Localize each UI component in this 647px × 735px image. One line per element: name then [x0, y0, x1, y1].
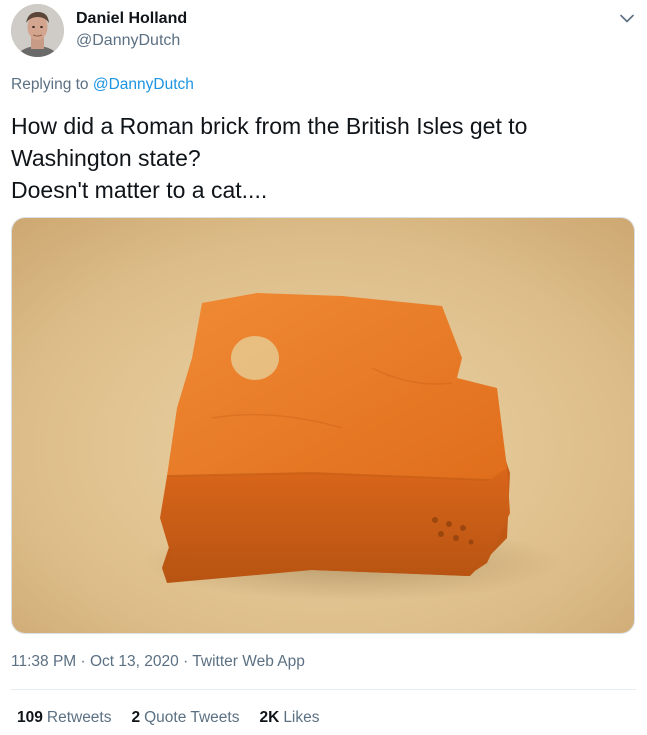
quote-tweets-label: Quote Tweets — [144, 709, 240, 726]
quote-tweets-count: 2 — [131, 709, 141, 726]
retweets-count: 109 — [17, 709, 43, 726]
tweet-text-line: Washington state? — [11, 145, 201, 171]
tweet-source[interactable]: Twitter Web App — [192, 653, 305, 670]
tweet-text: How did a Roman brick from the British I… — [11, 110, 631, 206]
tweet-card: Daniel Holland @DannyDutch Replying to @… — [0, 0, 647, 735]
likes-label: Likes — [283, 709, 320, 726]
chevron-down-icon — [620, 14, 634, 22]
quote-tweets-stat[interactable]: 2 Quote Tweets — [132, 708, 240, 728]
tweet-text-line: Doesn't matter to a cat.... — [11, 177, 268, 203]
replying-to-label: Replying to — [11, 76, 89, 93]
divider — [11, 689, 636, 690]
more-options-button[interactable] — [614, 6, 640, 30]
tweet-photo[interactable] — [11, 217, 635, 634]
replying-to: Replying to @DannyDutch — [11, 75, 194, 95]
author-handle[interactable]: @DannyDutch — [76, 31, 180, 51]
tweet-timestamp: 11:38 PM · Oct 13, 2020 · Twitter Web Ap… — [11, 652, 305, 672]
retweets-stat[interactable]: 109 Retweets — [17, 708, 112, 728]
brick-photo — [12, 218, 634, 633]
tweet-stats: 109 Retweets 2 Quote Tweets 2K Likes — [17, 708, 340, 728]
likes-count: 2K — [259, 709, 280, 726]
tweet-text-line: How did a Roman brick from the British I… — [11, 113, 528, 139]
meta-separator: · — [80, 653, 86, 670]
author-name[interactable]: Daniel Holland — [76, 9, 187, 29]
meta-separator: · — [183, 653, 189, 670]
tweet-date[interactable]: Oct 13, 2020 — [90, 653, 179, 670]
tweet-time[interactable]: 11:38 PM — [11, 653, 76, 670]
retweets-label: Retweets — [46, 709, 112, 726]
likes-stat[interactable]: 2K Likes — [259, 708, 319, 728]
mention-link[interactable]: @DannyDutch — [93, 76, 194, 93]
avatar[interactable] — [11, 4, 64, 57]
